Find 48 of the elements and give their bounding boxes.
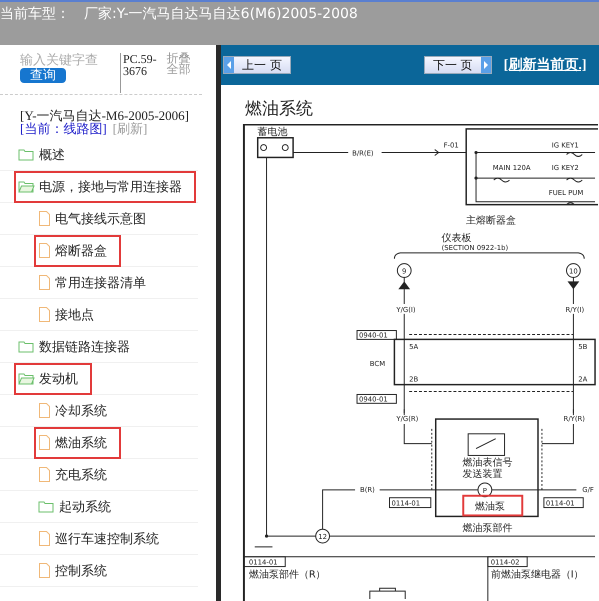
next-page-button[interactable]: 下一 页 <box>424 56 492 74</box>
tree-item[interactable]: 冷却系统 <box>36 396 109 424</box>
search-field[interactable]: 输入关键字查 <box>20 53 116 68</box>
diagram-label: 燃油泵部件（R） <box>248 569 326 580</box>
tree-item[interactable]: 巡行车速控制系统 <box>36 524 161 552</box>
folder-icon <box>18 148 35 161</box>
document-icon <box>38 403 51 418</box>
tree-item[interactable]: 充电系统 <box>36 460 109 488</box>
window-title: 当前车型： <box>0 5 70 23</box>
open-folder-icon <box>18 372 35 385</box>
diagram-label: 前燃油泵继电器（I） <box>490 569 584 580</box>
tree-item[interactable]: 接地点 <box>36 300 96 328</box>
tree-item[interactable]: 数据链路连接器 <box>16 332 132 360</box>
code-text: PC.59-3676 <box>120 53 162 93</box>
refresh-page-link[interactable]: [刷新当前页.] <box>504 56 586 74</box>
folder-icon <box>38 500 55 513</box>
document-icon <box>38 243 51 258</box>
tree-item[interactable]: 发动机 <box>16 364 90 392</box>
diagram-label: 仪表板 <box>442 233 472 244</box>
model-text: [Y-一汽马自达-M6-2005-2006] <box>20 109 190 122</box>
document-icon <box>38 211 51 226</box>
search-button[interactable]: 查询 <box>20 68 66 83</box>
tree-item[interactable]: 常用连接器清单 <box>36 268 148 296</box>
tree-item[interactable]: 燃油系统 <box>36 428 119 456</box>
diagram-label: 燃油泵 <box>475 502 506 513</box>
document-icon <box>38 563 51 578</box>
page-title: 燃油系统 <box>245 98 314 120</box>
document-icon <box>38 531 51 546</box>
document-icon <box>38 435 51 450</box>
diagram-label: 燃油表信号 <box>462 457 512 468</box>
tree-item[interactable]: 控制系统 <box>36 556 109 584</box>
tree-item[interactable]: 电气接线示意图 <box>36 204 148 232</box>
diagram-label: 燃油泵部件 <box>462 523 512 534</box>
folder-icon <box>18 340 35 353</box>
diagram-label: 发送装置 <box>462 469 502 480</box>
diagram-label: 蓄电池 <box>258 126 288 138</box>
diagram-label: 主熔断器盒 <box>466 215 516 226</box>
document-icon <box>38 307 51 322</box>
current-view-text: [当前：线路图] <box>20 122 107 135</box>
tree-item[interactable]: 起动系统 <box>36 492 113 520</box>
window-title: 厂家:Y-一汽马自达马自达6(M6)2005-2008 <box>84 5 358 23</box>
tree-item[interactable]: 熔断器盒 <box>36 236 119 264</box>
document-icon <box>38 467 51 482</box>
open-folder-icon <box>18 180 35 193</box>
document-icon <box>38 275 51 290</box>
tree-item[interactable]: 概述 <box>16 140 67 168</box>
tree-item[interactable]: 电源，接地与常用连接器 <box>16 172 194 200</box>
previous-page-button[interactable]: 上一 页 <box>223 56 291 74</box>
